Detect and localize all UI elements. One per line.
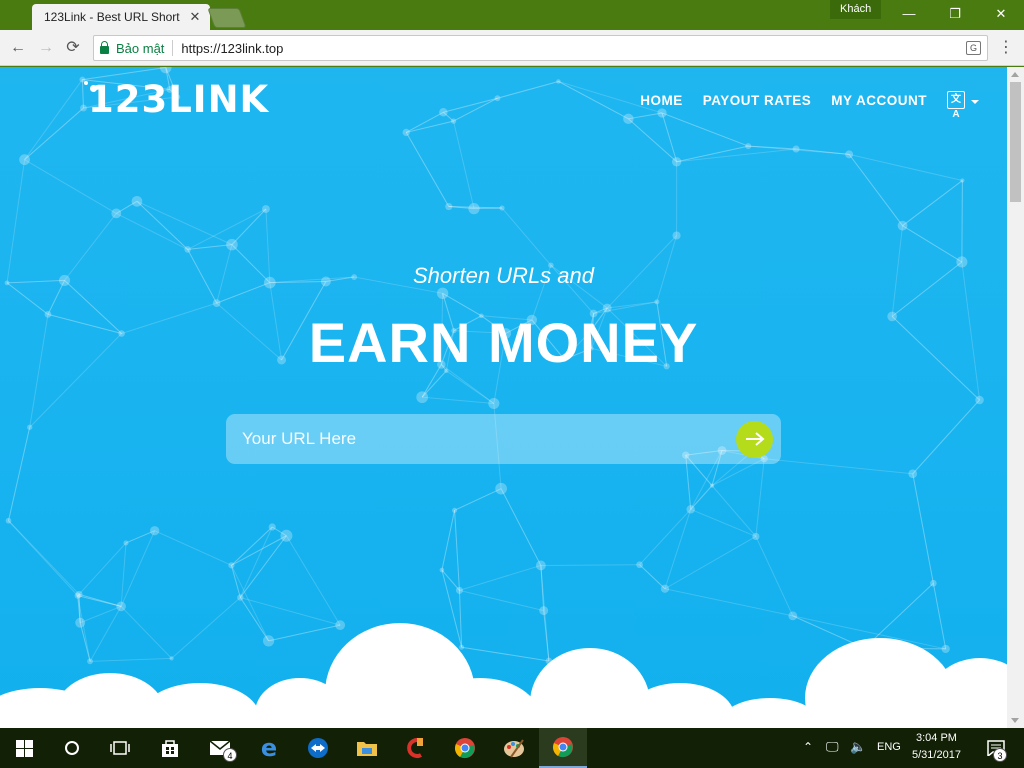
logo-dot [84,81,88,85]
action-center-button[interactable]: 3 [976,728,1016,768]
tab-title: 123Link - Best URL Short [44,10,180,24]
teamviewer-app[interactable] [294,728,342,768]
browser-titlebar: 123Link - Best URL Short ✕ Khách — ❐ ✕ [0,0,1024,30]
omnibox-divider [172,40,174,56]
translate-icon[interactable]: G [966,41,981,55]
address-bar[interactable]: Bảo mật https://123link.top G [93,35,988,61]
paint-app[interactable] [490,728,538,768]
search-button[interactable] [48,728,96,768]
shorten-submit-button[interactable] [736,420,773,458]
nav-home[interactable]: HOME [640,93,683,108]
maximize-button[interactable]: ❐ [932,0,978,28]
new-tab-button[interactable] [207,8,247,28]
cortana-circle-icon [65,741,79,755]
hero-subtitle: Shorten URLs and [413,263,594,288]
file-explorer-app[interactable] [343,728,391,768]
translate-icon: 文A [947,91,965,120]
store-bag-icon [162,740,178,757]
security-label: Bảo mật [116,40,165,56]
reload-button[interactable]: ⟳ [61,36,85,60]
close-window-button[interactable]: ✕ [978,0,1024,28]
minimize-button[interactable]: — [886,0,932,28]
clouds-decoration [0,623,1007,728]
profile-button[interactable]: Khách [830,0,882,19]
scroll-down-icon[interactable] [1011,718,1019,723]
ccleaner-app[interactable] [392,728,440,768]
edge-icon: e [260,734,278,762]
chrome-app-active[interactable] [539,728,587,768]
arrow-right-icon [745,432,765,446]
start-button[interactable] [0,728,48,768]
lock-icon [100,41,109,54]
folder-icon [357,742,377,756]
site-nav: HOME PAYOUT RATES MY ACCOUNT 文A [620,91,979,120]
nav-payout-rates[interactable]: PAYOUT RATES [703,93,812,108]
mail-badge: 4 [223,748,237,762]
store-app[interactable] [146,728,194,768]
chrome-app[interactable] [441,728,489,768]
language-dropdown[interactable]: 文A [947,91,979,120]
chrome-icon [455,738,475,759]
hero-title: EARN MONEY [308,311,699,374]
windows-logo-icon [15,739,33,757]
url-text[interactable]: https://123link.top [181,41,283,56]
forward-button[interactable]: → [34,36,58,60]
chrome-icon [553,737,573,758]
edge-app[interactable]: e [245,728,293,768]
input-language[interactable]: ENG [877,741,901,753]
site-logo[interactable]: 123LINK [84,77,270,121]
shorten-url-form [226,414,781,464]
scroll-up-icon[interactable] [1011,72,1019,77]
ccleaner-icon [407,738,423,758]
task-view-button[interactable] [96,728,144,768]
browser-toolbar: ← → ⟳ Bảo mật https://123link.top G ⋮ [0,30,1024,66]
scrollbar-thumb[interactable] [1010,82,1021,202]
teamviewer-icon [308,738,328,758]
mail-app[interactable]: 4 [196,728,244,768]
clock-time[interactable]: 3:04 PM [916,732,957,744]
chevron-down-icon [971,99,979,104]
network-icon[interactable]: 🖵 [826,739,839,755]
page-scrollbar[interactable] [1007,67,1024,728]
tab-close-icon[interactable]: ✕ [188,9,202,25]
chevron-up-icon[interactable]: ⌃ [803,740,813,754]
logo-dot [90,85,97,92]
browser-tab[interactable]: 123Link - Best URL Short ✕ [32,4,210,30]
palette-icon [504,739,524,758]
back-button[interactable]: ← [6,36,30,60]
page-viewport: 123LINK HOME PAYOUT RATES MY ACCOUNT 文A … [0,67,1007,728]
task-view-icon [110,741,130,755]
volume-icon[interactable]: 🔈 [850,739,866,755]
logo-text: 123LINK [88,77,270,121]
nav-my-account[interactable]: MY ACCOUNT [831,93,927,108]
windows-taskbar: 4 e ⌃ 🖵 🔈 ENG 3:04 PM 5/31/2017 3 [0,728,1024,768]
clock-date[interactable]: 5/31/2017 [912,749,961,761]
url-input[interactable] [226,414,736,464]
browser-menu-button[interactable]: ⋮ [996,38,1016,58]
notification-badge: 3 [993,748,1007,762]
